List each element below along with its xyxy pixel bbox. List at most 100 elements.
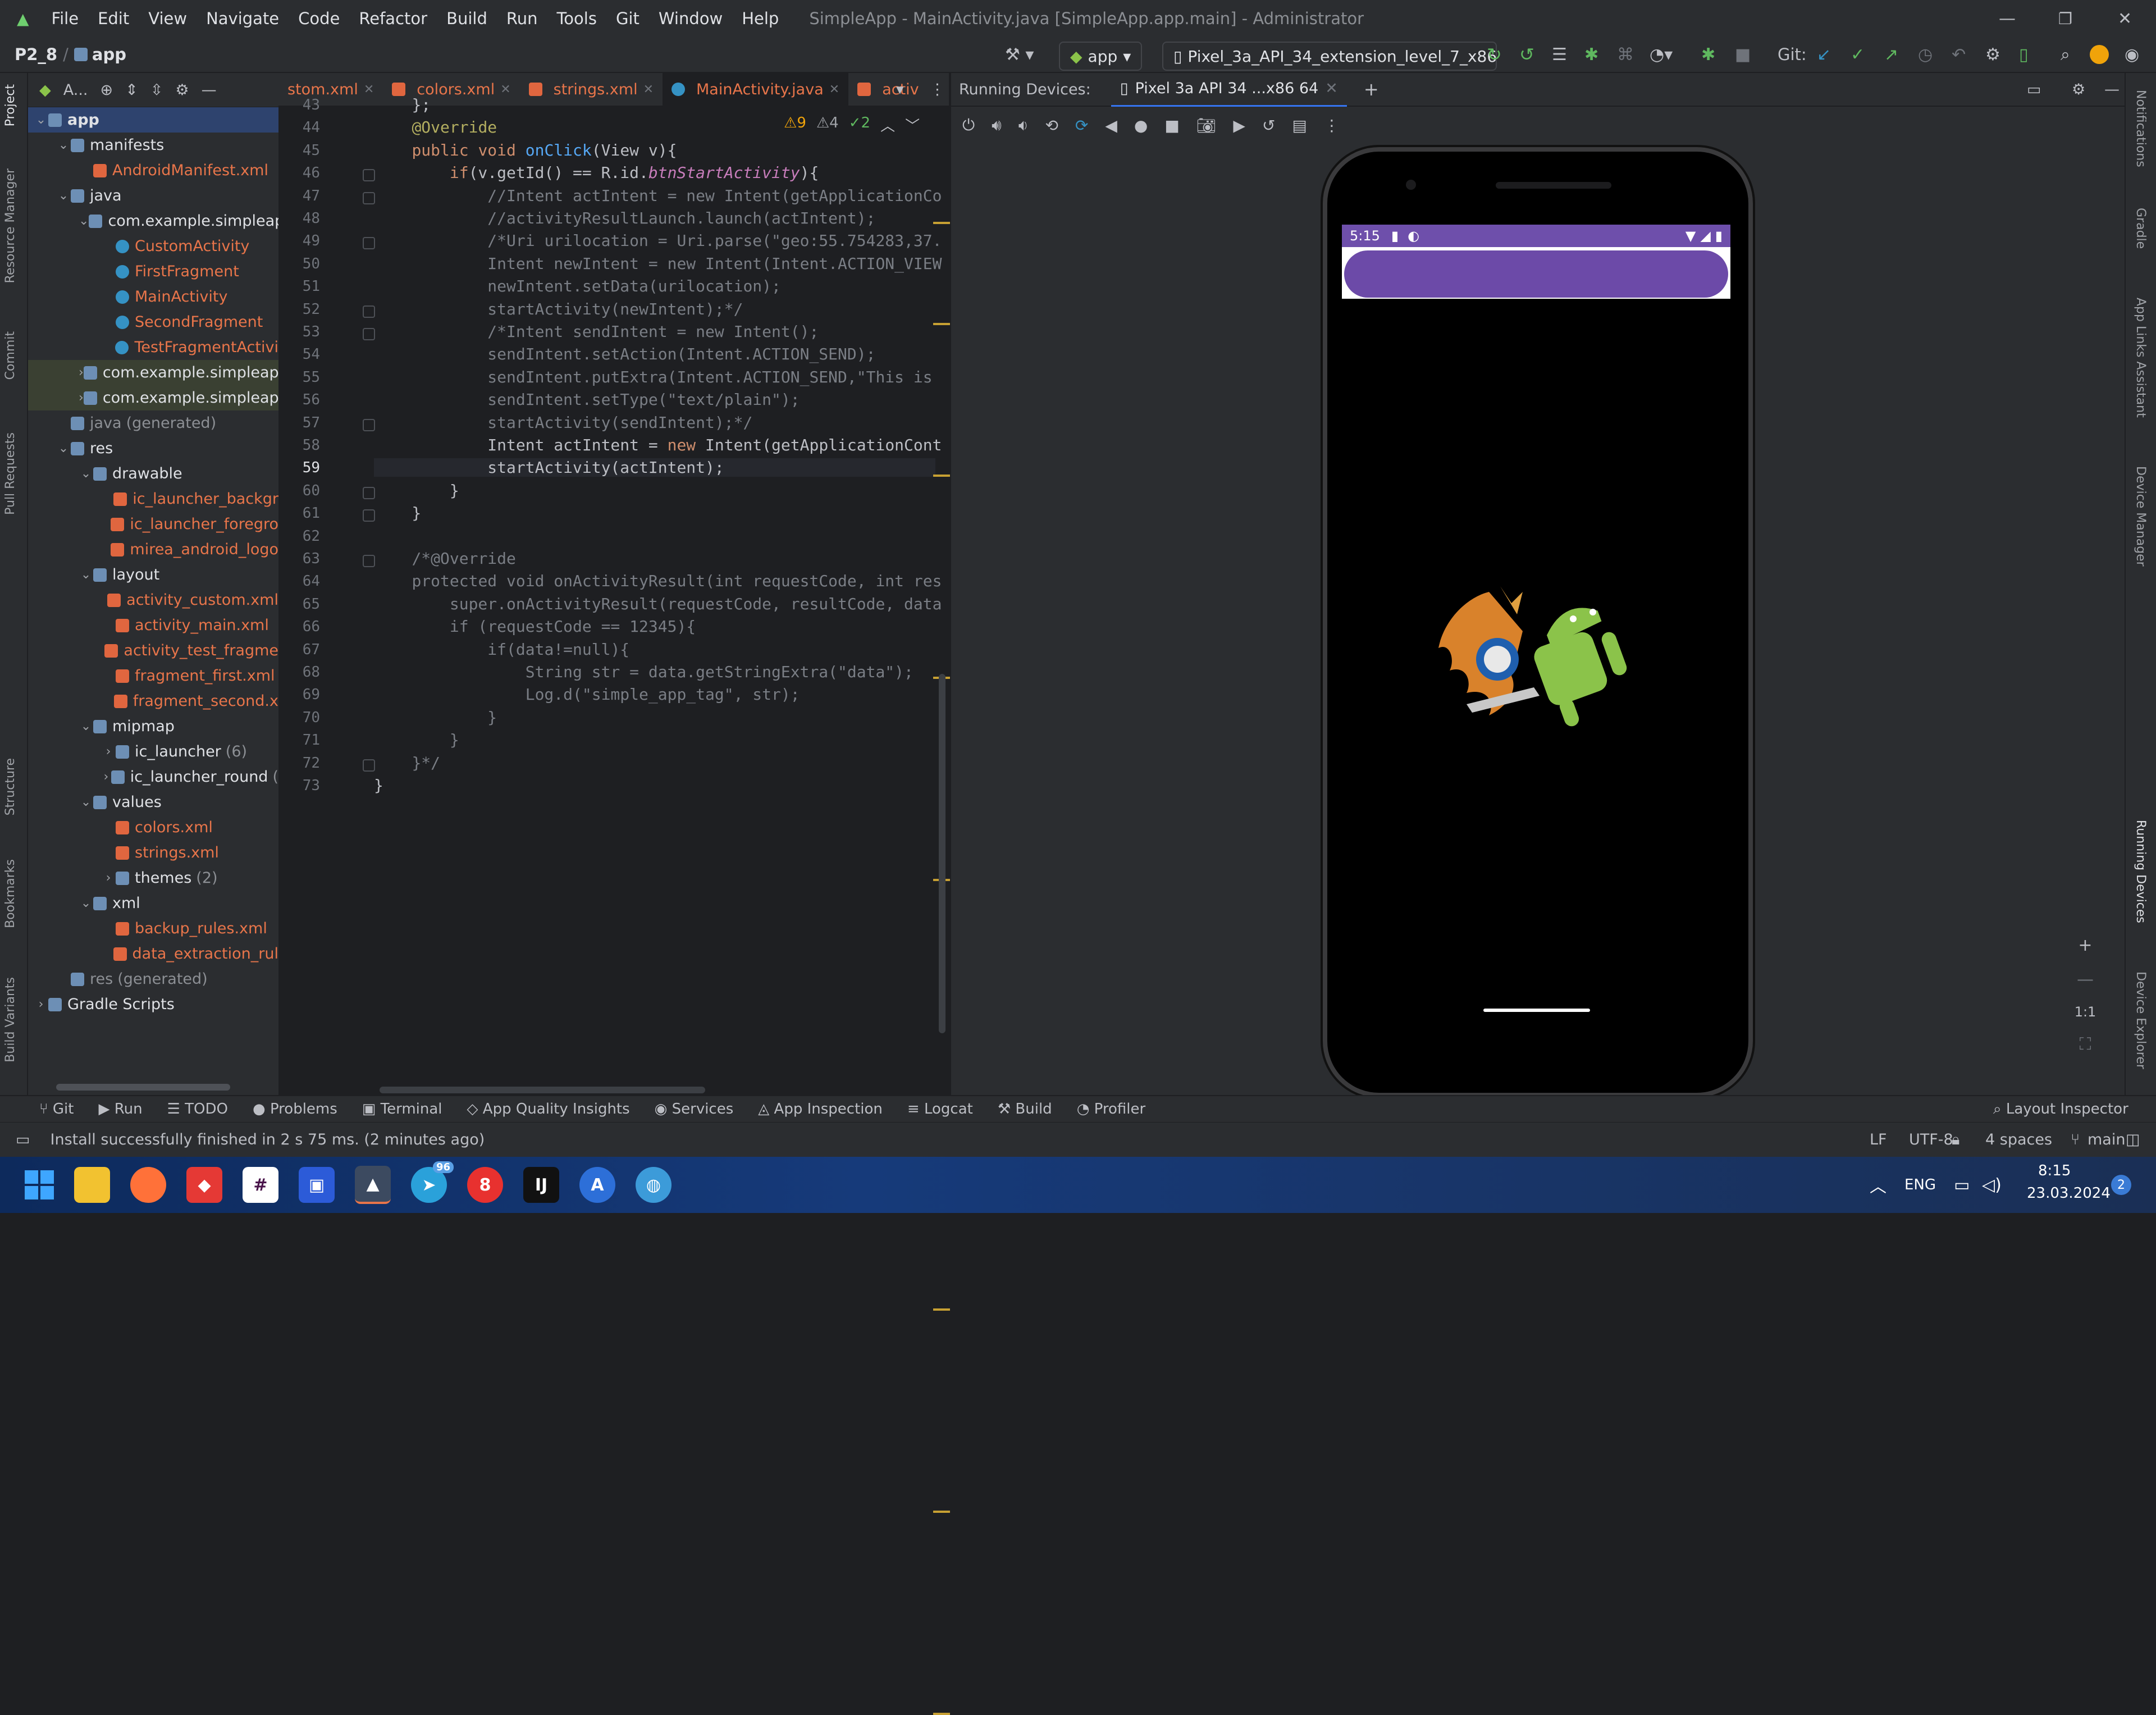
- horizontal-scrollbar[interactable]: [56, 1084, 230, 1091]
- app-store-icon[interactable]: A: [579, 1167, 615, 1203]
- chevron-down-icon[interactable]: ▾: [896, 81, 904, 98]
- menu-navigate[interactable]: Navigate: [206, 9, 279, 28]
- search-icon[interactable]: ⌕: [2061, 45, 2070, 65]
- fold-marker-icon[interactable]: [363, 191, 375, 204]
- code-line[interactable]: startActivity(sendIntent);*/: [374, 413, 752, 432]
- tree-item[interactable]: ⌄ manifests: [28, 133, 278, 158]
- windows-start-icon[interactable]: [25, 1170, 54, 1199]
- profiler-tool-button[interactable]: ◔ Profiler: [1077, 1101, 1146, 1118]
- tree-item[interactable]: fragment_first.xml: [28, 663, 278, 688]
- code-line[interactable]: if (requestCode == 12345){: [374, 617, 696, 636]
- device-selector[interactable]: ▯ Pixel_3a_API_34_extension_level_7_x86 …: [1162, 42, 1497, 71]
- code-line[interactable]: /*Uri urilocation = Uri.parse("geo:55.75…: [374, 231, 942, 250]
- code-line[interactable]: }: [374, 504, 421, 522]
- notifications-tool-label[interactable]: Notifications: [2134, 90, 2148, 167]
- tree-item[interactable]: ic_launcher_foregro: [28, 512, 278, 537]
- tree-item[interactable]: backup_rules.xml: [28, 916, 278, 941]
- chevron-right-icon[interactable]: ›: [101, 770, 111, 784]
- code-line[interactable]: Log.d("simple_app_tag", str);: [374, 685, 800, 704]
- rotate-right-icon[interactable]: ⟳: [1075, 116, 1088, 135]
- close-tab-icon[interactable]: ✕: [364, 83, 374, 97]
- code-line[interactable]: /*Intent sendIntent = new Intent();: [374, 322, 819, 341]
- tree-item[interactable]: data_extraction_rul: [28, 941, 278, 966]
- tree-item[interactable]: activity_main.xml: [28, 613, 278, 638]
- problems-tool-button[interactable]: ● Problems: [253, 1101, 337, 1118]
- code-line[interactable]: /*@Override: [374, 549, 515, 568]
- tree-item[interactable]: MainActivity: [28, 284, 278, 309]
- chevron-down-icon[interactable]: ⌄: [79, 795, 93, 809]
- code-line[interactable]: if(v.getId() == R.id.btnStartActivity){: [374, 163, 819, 182]
- tree-item[interactable]: › Gradle Scripts: [28, 992, 278, 1017]
- services-tool-button[interactable]: ◉ Services: [655, 1101, 734, 1118]
- git-branch[interactable]: main: [2088, 1131, 2125, 1148]
- anydesk-icon[interactable]: ◆: [186, 1167, 222, 1203]
- code-line[interactable]: startActivity(actIntent);: [374, 458, 935, 477]
- tree-item[interactable]: FirstFragment: [28, 259, 278, 284]
- close-tab-icon[interactable]: ✕: [643, 83, 654, 97]
- volume-up-icon[interactable]: 🔊︎: [992, 116, 1002, 135]
- device-manager-tool-label[interactable]: Device Manager: [2134, 466, 2148, 567]
- menu-tools[interactable]: Tools: [556, 9, 596, 28]
- run-config-selector[interactable]: ◆ app ▾: [1059, 42, 1143, 71]
- attach-debugger-icon[interactable]: ⌘: [1617, 45, 1634, 65]
- fold-marker-icon[interactable]: [363, 418, 375, 431]
- code-line[interactable]: @Override: [374, 118, 497, 136]
- menu-build[interactable]: Build: [446, 9, 487, 28]
- project-tool-label[interactable]: Project: [3, 84, 17, 126]
- code-line[interactable]: }: [374, 776, 383, 795]
- rotate-left-icon[interactable]: ⟲: [1045, 116, 1058, 135]
- sdk-manager-icon[interactable]: ⚙: [1985, 45, 2000, 65]
- fold-marker-icon[interactable]: [363, 486, 375, 499]
- tree-item[interactable]: colors.xml: [28, 815, 278, 840]
- collapse-all-icon[interactable]: ⇳: [150, 81, 163, 99]
- project-breadcrumb[interactable]: P2_8: [15, 45, 57, 64]
- gradle-tool-label[interactable]: Gradle: [2134, 208, 2148, 249]
- menu-git[interactable]: Git: [616, 9, 640, 28]
- editor-tab[interactable]: activ: [848, 73, 928, 106]
- code-line[interactable]: Intent newIntent = new Intent(Intent.ACT…: [374, 254, 942, 273]
- code-line[interactable]: if(data!=null){: [374, 640, 629, 659]
- device-manager-icon[interactable]: ▯: [2019, 45, 2029, 65]
- telegram-icon[interactable]: ➤ 96: [411, 1161, 454, 1203]
- line-separator[interactable]: LF: [1870, 1131, 1887, 1148]
- fold-marker-icon[interactable]: [363, 169, 375, 182]
- code-line[interactable]: Intent actIntent = new Intent(getApplica…: [374, 436, 942, 454]
- project-view-label[interactable]: A...: [63, 81, 88, 99]
- code-line[interactable]: super.onActivityResult(requestCode, resu…: [374, 595, 942, 613]
- code-line[interactable]: startActivity(newIntent);*/: [374, 300, 743, 318]
- chevron-down-icon[interactable]: ⌄: [34, 113, 48, 127]
- reset-icon[interactable]: ↺: [1262, 116, 1275, 135]
- restore-button[interactable]: ❐: [2058, 10, 2072, 28]
- inspection-widget[interactable]: ⚠9 ⚠4 ✓2 ︿ ﹀: [784, 115, 920, 135]
- chevron-down-icon[interactable]: ⌄: [79, 214, 89, 228]
- back-icon[interactable]: ◀: [1105, 116, 1117, 135]
- file-explorer-icon[interactable]: [74, 1167, 110, 1203]
- tree-item[interactable]: TestFragmentActivi: [28, 335, 278, 360]
- close-tab-icon[interactable]: ✕: [829, 83, 839, 97]
- clock-date[interactable]: 23.03.2024: [2027, 1185, 2111, 1202]
- android-studio-icon[interactable]: ▲: [355, 1166, 391, 1204]
- rerun-icon[interactable]: ↻: [1487, 44, 1502, 65]
- bug-icon[interactable]: ✱: [1701, 45, 1715, 65]
- tree-item[interactable]: › com.example.simpleap: [28, 360, 278, 385]
- power-icon[interactable]: ⏻: [962, 116, 975, 135]
- chevron-down-icon[interactable]: ⌄: [79, 896, 93, 910]
- chevron-down-icon[interactable]: ⌄: [56, 138, 71, 152]
- tree-item[interactable]: AndroidManifest.xml: [28, 158, 278, 183]
- more-icon[interactable]: ⋮: [1324, 116, 1340, 135]
- editor-tab[interactable]: MainActivity.java ✕: [663, 73, 849, 106]
- close-window-button[interactable]: ✕: [2118, 9, 2132, 29]
- save-app-icon[interactable]: ▣: [299, 1167, 335, 1203]
- status-icon[interactable]: ▭: [16, 1131, 30, 1148]
- logcat-tool-button[interactable]: ≡ Logcat: [907, 1101, 973, 1118]
- tree-item[interactable]: fragment_second.x: [28, 688, 278, 714]
- code-line[interactable]: };: [374, 95, 431, 114]
- tree-item[interactable]: res (generated): [28, 966, 278, 992]
- yandex-icon[interactable]: 8: [467, 1167, 503, 1203]
- git-commit-icon[interactable]: ✓: [1851, 45, 1865, 65]
- update-icon[interactable]: [2090, 45, 2109, 64]
- screenshot-icon[interactable]: 📷︎: [1196, 116, 1217, 135]
- zoom-out-icon[interactable]: —: [2077, 970, 2094, 989]
- code-line[interactable]: sendIntent.setType("text/plain");: [374, 390, 800, 409]
- chevron-down-icon[interactable]: ⌄: [79, 719, 93, 733]
